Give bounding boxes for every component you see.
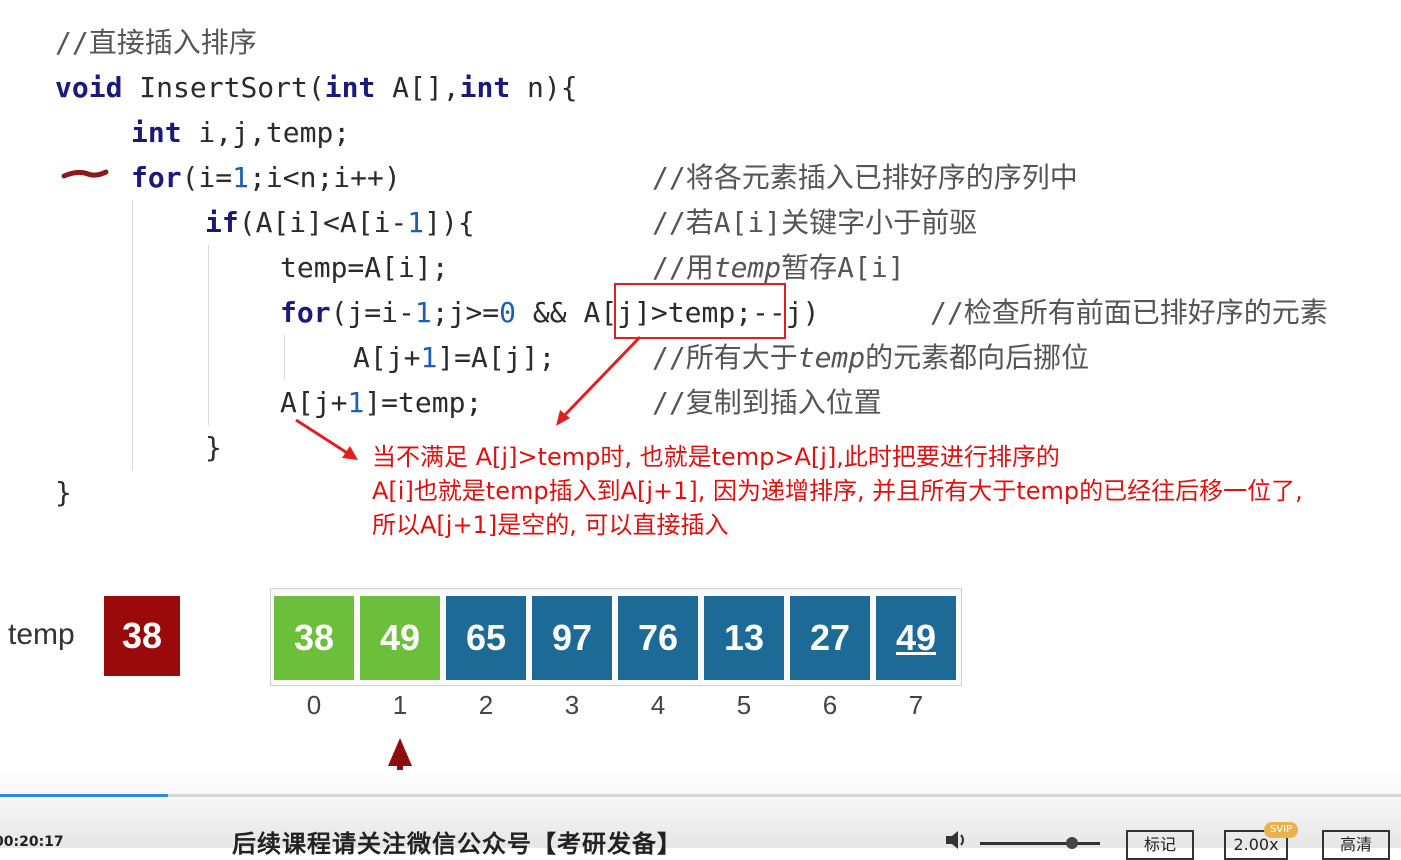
array-cell: 13 (704, 596, 784, 680)
comment-line-8: //复制到插入位置 (652, 386, 882, 419)
highlight-box (614, 283, 786, 339)
array-cell: 97 (532, 596, 612, 680)
array-index-label: 2 (478, 690, 494, 720)
code-line-8: A[j+1]=temp; (280, 386, 483, 419)
code-title-comment: //直接插入排序 (55, 26, 257, 59)
indent-guide (208, 245, 209, 425)
note-line-1: 当不满足 A[j]>temp时, 也就是temp>A[j],此时把要进行排序的 (372, 443, 1060, 471)
array-cell: 65 (446, 596, 526, 680)
array-index-label: 6 (822, 690, 838, 720)
array-index-label: 0 (306, 690, 322, 720)
code-line-10: } (55, 476, 72, 509)
squiggle-mark (61, 169, 109, 179)
comment-line-3: //将各元素插入已排好序的序列中 (652, 161, 1078, 194)
volume-knob[interactable] (1066, 837, 1078, 849)
code-line-3: for(i=1;i<n;i++) (131, 161, 401, 194)
array-index-label: 1 (392, 690, 408, 720)
indent-guide (132, 200, 133, 470)
temp-cell: 38 (104, 596, 180, 676)
volume-icon[interactable] (944, 830, 968, 850)
arrow-to-note (295, 418, 353, 458)
arrow-head-2 (342, 446, 358, 460)
subtitle-text: 后续课程请关注微信公众号【考研发备】 (232, 830, 682, 858)
code-line-5: temp=A[i]; (280, 251, 449, 284)
array-cell: 49 (876, 596, 956, 680)
array-cell: 76 (618, 596, 698, 680)
code-line-7: A[j+1]=A[j]; (353, 341, 556, 374)
comment-line-6: //检查所有前面已排好序的元素 (930, 296, 1328, 329)
arrow-to-highlight (558, 335, 642, 422)
code-line-4: if(A[i]<A[i-1]){ (205, 206, 475, 239)
array-cell: 38 (274, 596, 354, 680)
code-line-2: int i,j,temp; (131, 116, 351, 149)
array-index-label: 4 (650, 690, 666, 720)
progress-bar[interactable] (0, 794, 1401, 797)
array-cell: 49 (360, 596, 440, 680)
array-index-label: 3 (564, 690, 580, 720)
progress-fill (0, 794, 169, 797)
comment-line-7: //所有大于temp的元素都向后挪位 (652, 341, 1090, 374)
temp-label: temp (8, 618, 75, 651)
svip-badge: SVIP (1264, 822, 1299, 838)
note-line-3: 所以A[j+1]是空的, 可以直接插入 (372, 511, 729, 539)
mark-button[interactable]: 标记 (1126, 830, 1194, 860)
code-line-1: void InsertSort(int A[],int n){ (55, 71, 578, 104)
quality-button[interactable]: 高清 (1322, 830, 1390, 860)
array-index-label: 5 (736, 690, 752, 720)
comment-line-4: //若A[i]关键字小于前驱 (652, 206, 978, 239)
volume-slider[interactable] (980, 837, 1100, 849)
array-index-label: 7 (908, 690, 924, 720)
indent-guide (284, 335, 285, 380)
array-cell: 27 (790, 596, 870, 680)
code-line-9: } (205, 431, 222, 464)
index-arrow-head (388, 738, 412, 766)
arrow-head-1 (556, 410, 570, 426)
note-line-2: A[i]也就是temp插入到A[j+1], 因为递增排序, 并且所有大于temp… (372, 477, 1303, 505)
